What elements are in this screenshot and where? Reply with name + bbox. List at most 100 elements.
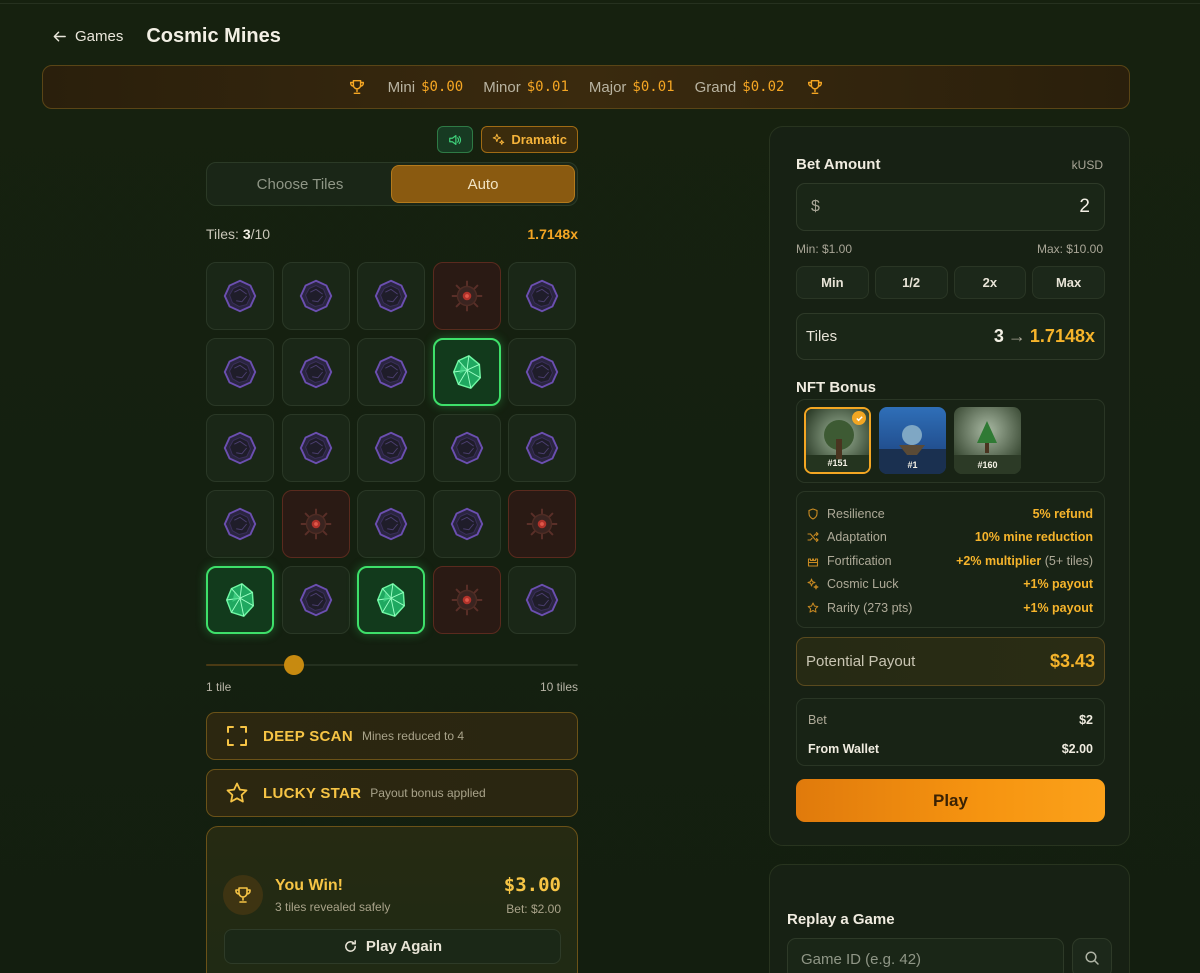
payout-value: $3.43	[1049, 651, 1095, 671]
bet-double-button[interactable]: 2x	[953, 266, 1027, 299]
sound-toggle-button[interactable]	[437, 126, 474, 153]
bet-min-button[interactable]: Min	[796, 266, 869, 299]
replay-title: Replay a Game	[787, 911, 895, 928]
trait-value: 5% refund	[1032, 506, 1093, 521]
bonus-deep-scan: DEEP SCAN Mines reduced to 4	[206, 712, 578, 760]
tiles-count: Tiles: 3/10	[206, 226, 270, 242]
mine-icon	[526, 508, 558, 540]
quick-bet-buttons: Min 1/2 2x Max	[796, 266, 1105, 299]
grid-tile-crystal[interactable]	[432, 414, 501, 482]
play-button[interactable]: Play	[796, 779, 1105, 822]
crystal-icon	[299, 355, 332, 389]
grid-tile-crystal[interactable]	[432, 490, 501, 558]
jackpot-label: Grand	[694, 78, 737, 96]
grid-tile-gem[interactable]	[357, 566, 425, 634]
trait-value: +2% multiplier (5+ tiles)	[956, 554, 1093, 568]
jackpot-value: $0.01	[526, 79, 569, 95]
dramatic-mode-button[interactable]: Dramatic	[481, 126, 578, 153]
grid-tile-crystal[interactable]	[357, 262, 425, 330]
summary-key: Bet	[808, 712, 827, 727]
grid-tile-crystal[interactable]	[508, 566, 576, 634]
grid-tile-crystal[interactable]	[357, 414, 425, 482]
crystal-icon	[223, 507, 257, 541]
trait-name: Rarity (273 pts)	[827, 600, 913, 615]
selected-check-icon	[852, 411, 866, 425]
grid-tile-crystal[interactable]	[281, 414, 350, 482]
star-icon	[226, 782, 248, 803]
grid-tile-crystal[interactable]	[206, 414, 274, 482]
tiles-selected: 3	[242, 226, 251, 242]
grid-tile-mine[interactable]	[281, 490, 350, 558]
trophy-icon	[349, 79, 364, 95]
shuffle-icon	[807, 532, 819, 543]
jackpot-value: $0.01	[632, 79, 675, 95]
grid-tile-crystal[interactable]	[357, 490, 425, 558]
win-trophy-badge	[223, 875, 263, 915]
crystal-icon	[299, 279, 332, 313]
grid-tile-crystal[interactable]	[281, 566, 350, 634]
grid-tile-crystal[interactable]	[508, 262, 576, 330]
game-id-input[interactable]: Game ID (e.g. 42)	[787, 938, 1064, 973]
bet-max-button[interactable]: Max	[1032, 266, 1105, 299]
bonus-lucky-star: LUCKY STAR Payout bonus applied	[206, 769, 578, 817]
nft-id: #160	[977, 460, 998, 470]
grid-tile-crystal[interactable]	[206, 338, 274, 406]
nft-card-151[interactable]: #151	[804, 407, 871, 474]
crystal-icon	[223, 279, 257, 313]
grid-tile-gem[interactable]	[432, 338, 501, 406]
tiles-box-label: Tiles	[806, 328, 838, 345]
refresh-icon	[345, 940, 356, 952]
speaker-icon	[449, 134, 462, 145]
tiles-info: Tiles: 3/10 1.7148x	[206, 226, 578, 242]
trait-name: Resilience	[827, 506, 885, 521]
back-to-games-link[interactable]: Games	[52, 28, 123, 45]
tiles-box-multiplier: 1.7148x	[1029, 326, 1095, 346]
bet-panel: Bet Amount kUSD $ 2 Min: $1.00 Max: $10.…	[769, 126, 1130, 846]
trait-adaptation: Adaptation 10% mine reduction	[807, 526, 1093, 550]
trait-fortification: Fortification +2% multiplier (5+ tiles)	[807, 549, 1093, 573]
mine-icon	[451, 584, 482, 616]
trait-name: Fortification	[827, 553, 892, 568]
summary-row-wallet: From Wallet $2.00	[808, 734, 1093, 763]
summary-row-bet: Bet $2	[808, 705, 1093, 734]
play-again-label: Play Again	[365, 938, 443, 955]
summary-value: $2.00	[1061, 741, 1093, 756]
play-again-button[interactable]: Play Again	[224, 929, 561, 964]
crystal-icon	[450, 431, 483, 465]
grid-tile-crystal[interactable]	[281, 262, 350, 330]
payout-label: Potential Payout	[806, 653, 916, 670]
mines-grid	[206, 262, 578, 634]
nft-card-1[interactable]: #1	[879, 407, 946, 474]
tab-auto[interactable]: Auto	[391, 165, 575, 203]
nft-card-160[interactable]: #160	[954, 407, 1021, 474]
slider-handle[interactable]	[284, 655, 304, 675]
trait-name: Adaptation	[827, 530, 887, 545]
current-multiplier: 1.7148x	[527, 226, 578, 242]
grid-tile-mine[interactable]	[508, 490, 576, 558]
potential-payout: Potential Payout $3.43	[796, 637, 1105, 686]
grid-tile-crystal[interactable]	[206, 262, 274, 330]
slider-fill	[206, 664, 294, 666]
grid-tile-gem[interactable]	[206, 566, 274, 634]
grid-tile-mine[interactable]	[432, 262, 501, 330]
grid-tile-crystal[interactable]	[508, 338, 576, 406]
jackpot-minor: Minor $0.01	[483, 79, 569, 96]
grid-tile-mine[interactable]	[432, 566, 501, 634]
grid-tile-crystal[interactable]	[281, 338, 350, 406]
summary-value: $2	[1079, 712, 1093, 727]
mode-tabs: Choose Tiles Auto	[206, 162, 578, 206]
tiles-box-count: 3	[993, 326, 1004, 346]
replay-search-button[interactable]	[1072, 938, 1112, 973]
trait-value: +1% payout	[1023, 577, 1093, 592]
tiles-box-value: 3 → 1.7148x	[994, 326, 1095, 347]
grid-tile-crystal[interactable]	[508, 414, 576, 482]
crystal-icon	[525, 355, 559, 389]
page-title: Cosmic Mines	[146, 24, 281, 47]
back-label: Games	[75, 27, 124, 45]
tiles-slider[interactable]	[206, 655, 578, 675]
bet-amount-input[interactable]: $ 2	[796, 183, 1105, 231]
grid-tile-crystal[interactable]	[357, 338, 425, 406]
bet-half-button[interactable]: 1/2	[874, 266, 948, 299]
grid-tile-crystal[interactable]	[206, 490, 274, 558]
tab-choose-tiles[interactable]: Choose Tiles	[209, 165, 391, 203]
